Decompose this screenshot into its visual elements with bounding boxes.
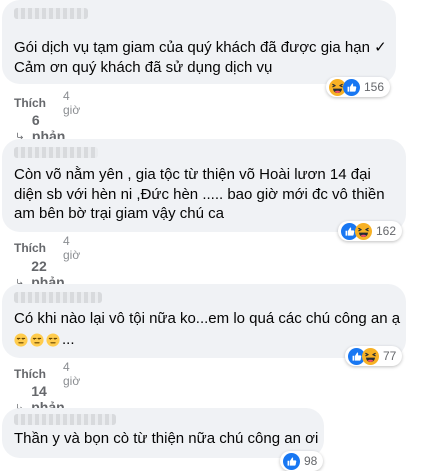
reaction-count: 156 (364, 80, 385, 94)
comment-text: Gói dịch vụ tạm giam của quý khách đã đư… (14, 39, 387, 76)
reaction-count: 162 (376, 224, 397, 238)
unamused-icon (30, 333, 44, 347)
reaction-summary[interactable]: 98 (280, 451, 324, 471)
comment-text: Thần y và bọn cò từ thiện nữa chú công a… (14, 430, 319, 447)
reaction-summary[interactable]: 162 (338, 221, 403, 241)
emoji-line: ... (14, 331, 75, 348)
haha-icon (362, 348, 379, 365)
commenter-name[interactable] (14, 8, 88, 19)
commenter-name[interactable] (14, 147, 98, 158)
emoji-suffix: ... (62, 331, 75, 348)
commenter-name[interactable] (14, 292, 102, 303)
like-icon (343, 79, 360, 96)
reaction-summary[interactable]: 77 (345, 346, 403, 366)
commenter-name[interactable] (14, 414, 116, 425)
comment-text: Có khi nào lại vô tội nữa ko...em lo quá… (14, 310, 401, 327)
reaction-count: 98 (304, 454, 318, 468)
unamused-icon (14, 333, 28, 347)
unamused-icon (46, 333, 60, 347)
haha-icon (355, 223, 372, 240)
comment-text: Còn võ nằm yên , gia tộc từ thiện võ Hoà… (14, 166, 385, 222)
like-button[interactable]: Thích (14, 96, 46, 110)
reaction-summary[interactable]: 156 (326, 77, 391, 97)
like-button[interactable]: Thích (14, 367, 46, 381)
like-button[interactable]: Thích (14, 241, 46, 255)
reaction-count: 77 (383, 349, 397, 363)
